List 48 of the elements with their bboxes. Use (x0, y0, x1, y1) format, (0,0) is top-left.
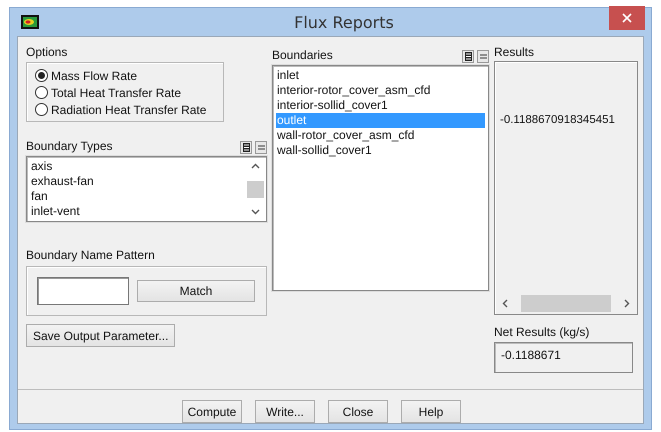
group-label: Boundary Name Pattern (26, 248, 155, 263)
close-button[interactable] (609, 6, 645, 30)
dialog-button[interactable]: Help (401, 400, 461, 423)
deselect-all-button[interactable] (255, 141, 267, 154)
list-item[interactable]: interior-rotor_cover_asm_cfd (276, 83, 485, 98)
list-label: Boundary Types (26, 139, 113, 154)
radio-button[interactable] (35, 69, 48, 82)
list-item[interactable]: axis (30, 159, 247, 174)
result-value: -0.1188670918345451 (500, 114, 616, 126)
chevron-left-icon[interactable] (502, 299, 508, 308)
select-all-button[interactable] (462, 50, 474, 63)
lines-icon (464, 52, 472, 61)
list-item[interactable]: interior-sollid_cover1 (276, 98, 485, 113)
app-icon (21, 15, 39, 29)
dialog-button[interactable]: Close (328, 400, 388, 423)
radio-button[interactable] (35, 103, 48, 116)
radio-label[interactable]: Mass Flow Rate (51, 68, 138, 82)
pattern-field[interactable] (37, 277, 129, 305)
results-label: Results (494, 45, 534, 60)
dialog-button[interactable]: Compute (182, 400, 242, 423)
radio-label[interactable]: Total Heat Transfer Rate (51, 86, 182, 100)
chevron-up-icon[interactable] (251, 163, 260, 169)
list-item[interactable]: exhaust-fan (30, 174, 247, 189)
net-results-field: -0.1188671 (494, 342, 633, 373)
save-output-parameter-button[interactable]: Save Output Parameter... (26, 324, 176, 347)
equals-icon (258, 145, 264, 150)
list-label: Boundaries (272, 48, 333, 63)
list-item[interactable]: wall-rotor_cover_asm_cfd (276, 128, 485, 143)
dialog-button[interactable]: Write... (255, 400, 315, 423)
list-item[interactable]: wall-sollid_cover1 (276, 143, 485, 158)
radio-button[interactable] (35, 86, 48, 99)
lines-icon (242, 143, 250, 152)
deselect-all-button[interactable] (477, 50, 489, 63)
scrollbar-thumb[interactable] (247, 180, 264, 198)
group-label: Options (26, 45, 68, 60)
chevron-right-icon[interactable] (624, 299, 630, 308)
list-item[interactable]: inlet-vent (30, 204, 247, 219)
list-item[interactable]: inlet (276, 68, 485, 83)
chevron-down-icon[interactable] (251, 209, 260, 215)
close-icon (622, 13, 632, 23)
scrollbar-thumb[interactable] (521, 295, 611, 312)
net-results-label: Net Results (kg/s) (494, 325, 590, 340)
window-title: Flux Reports (293, 12, 395, 32)
list-item[interactable]: fan (30, 189, 247, 204)
radio-label[interactable]: Radiation Heat Transfer Rate (51, 102, 206, 116)
select-all-button[interactable] (240, 141, 252, 154)
equals-icon (480, 54, 486, 59)
match-button[interactable]: Match (137, 280, 255, 302)
